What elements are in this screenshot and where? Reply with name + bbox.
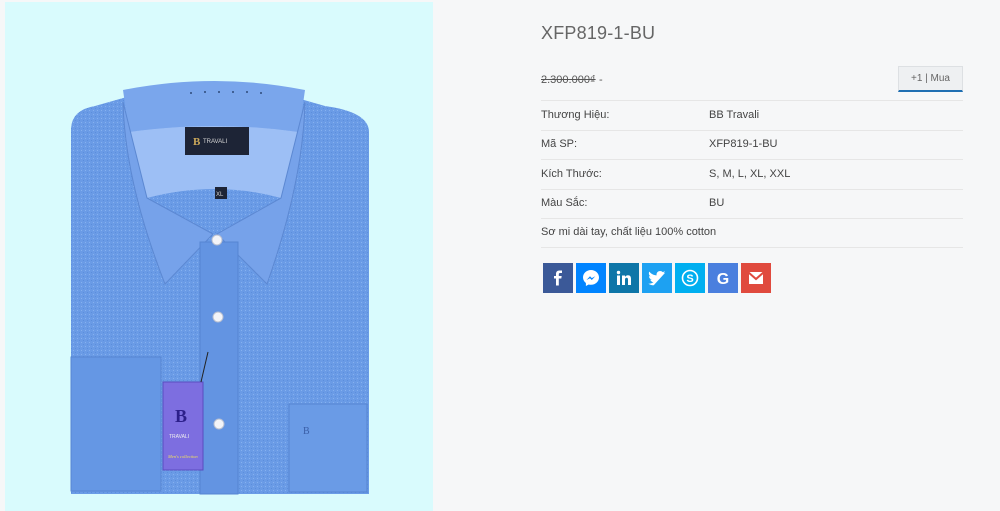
- price-old: 2.300.000₫: [541, 74, 596, 86]
- facebook-share-button[interactable]: [543, 263, 573, 293]
- svg-text:B: B: [193, 136, 201, 148]
- size-tag-text: XL: [216, 192, 224, 198]
- linkedin-share-button[interactable]: [609, 263, 639, 293]
- spec-value: S, M, L, XL, XXL: [709, 168, 791, 180]
- twitter-share-button[interactable]: [642, 263, 672, 293]
- price-row: 2.300.000₫ - +1 | Mua: [541, 66, 963, 101]
- spec-label: Kích Thước:: [541, 168, 602, 180]
- svg-text:B: B: [175, 406, 187, 426]
- spec-value: BB Travali: [709, 109, 760, 121]
- product-description: Sơ mi dài tay, chất liệu 100% cotton: [541, 218, 963, 248]
- gmail-share-button[interactable]: [741, 263, 771, 293]
- description-text: Sơ mi dài tay, chất liệu 100% cotton: [541, 226, 717, 238]
- svg-text:S: S: [686, 273, 693, 285]
- shirt-illustration: B B TRAVALI XL B TRAVALI Men's collectio…: [70, 81, 369, 495]
- gmail-icon: [747, 271, 765, 284]
- spec-label: Thương Hiệu:: [541, 109, 610, 121]
- hang-tag-text: TRAVALI: [169, 434, 189, 440]
- facebook-icon: [554, 270, 562, 286]
- spec-row-color: Màu Sắc: BU: [541, 189, 963, 219]
- buy-button[interactable]: +1 | Mua: [898, 66, 963, 92]
- spec-value: XFP819-1-BU: [709, 138, 778, 150]
- share-buttons: S G: [543, 263, 771, 293]
- product-image[interactable]: B B TRAVALI XL B TRAVALI Men's collectio…: [5, 2, 433, 511]
- messenger-icon: [583, 270, 599, 286]
- linkedin-icon: [616, 270, 631, 285]
- google-share-button[interactable]: G: [708, 263, 738, 293]
- spec-label: Màu Sắc:: [541, 197, 588, 209]
- messenger-share-button[interactable]: [576, 263, 606, 293]
- hang-tag-sub: Men's collection: [167, 454, 198, 459]
- spec-row-sku: Mã SP: XFP819-1-BU: [541, 130, 963, 160]
- svg-text:G: G: [717, 271, 729, 287]
- spec-label: Mã SP:: [541, 138, 578, 150]
- svg-text:B: B: [303, 426, 310, 437]
- spec-value: BU: [709, 197, 725, 209]
- skype-icon: S: [681, 269, 699, 287]
- price-separator: -: [599, 74, 603, 86]
- skype-share-button[interactable]: S: [675, 263, 705, 293]
- neck-label-text: TRAVALI: [203, 139, 227, 145]
- product-title: XFP819-1-BU: [541, 23, 656, 43]
- spec-row-brand: Thương Hiệu: BB Travali: [541, 101, 963, 131]
- google-icon: G: [717, 271, 729, 287]
- twitter-icon: [648, 270, 666, 285]
- spec-row-size: Kích Thước: S, M, L, XL, XXL: [541, 160, 963, 190]
